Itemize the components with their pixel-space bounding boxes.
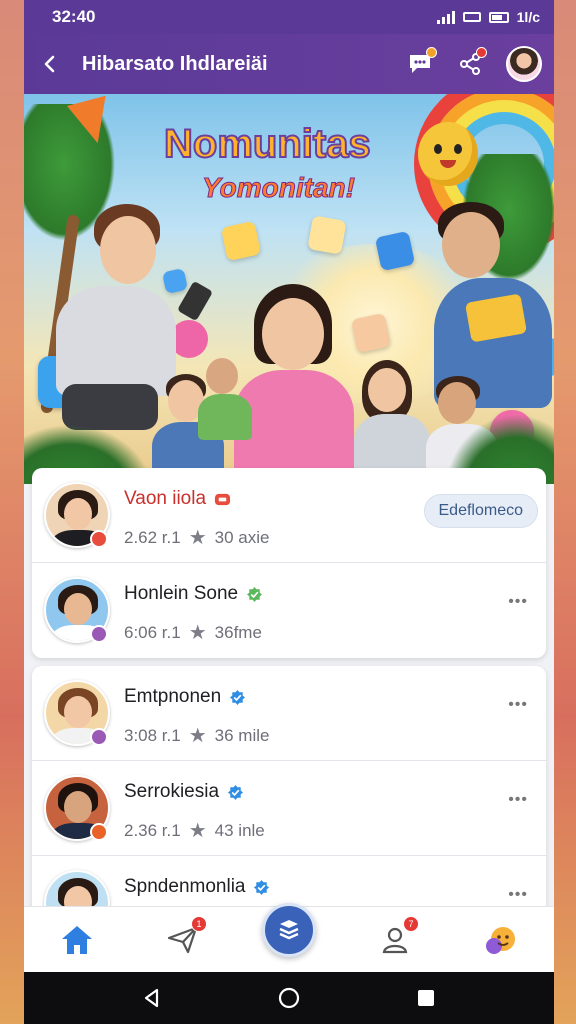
verified-blue-icon (227, 784, 244, 800)
person-meta: 6:06 r.1 ★ 36fme (124, 622, 262, 644)
share-badge (476, 47, 487, 58)
battery-icon (488, 11, 509, 23)
system-nav-bar (24, 972, 554, 1024)
home-icon (62, 925, 92, 954)
nav-center[interactable] (261, 902, 317, 968)
action-pill-button[interactable]: Edeflomeco (423, 494, 538, 528)
chat-badge (426, 47, 437, 58)
floating-app-tile (220, 220, 262, 262)
person-name: Spndenmonlia (124, 876, 270, 898)
notification-badge: 1 (191, 915, 207, 932)
nav-home[interactable] (49, 912, 105, 968)
system-recents-icon[interactable] (415, 987, 437, 1009)
people-card: Emtpnonen 3:08 r.1 ★ 36 mile ••• Serroki… (32, 666, 546, 926)
phone-screen: 32:40 1l/c Hibarsato Ihdlareiäi Nomunita… (24, 0, 554, 1024)
verified-blue-icon (230, 689, 246, 705)
people-card: Vaon iiola 2.62 r.1 ★ 30 axie Edeflomeco… (32, 468, 546, 658)
list-item[interactable]: Emtpnonen 3:08 r.1 ★ 36 mile ••• (32, 666, 546, 761)
nav-contacts[interactable]: 7 (367, 912, 423, 968)
status-badge (90, 530, 108, 548)
nav-profile[interactable] (473, 912, 529, 968)
more-options-button[interactable]: ••• (508, 791, 528, 809)
star-icon: ★ (188, 527, 207, 549)
status-bar: 32:40 1l/c (24, 0, 554, 34)
verified-blue-icon (254, 879, 270, 895)
profile-avatar[interactable] (506, 46, 542, 82)
bottom-nav: 1 7 (24, 902, 554, 972)
status-badge (90, 625, 108, 643)
stack-icon (279, 919, 299, 939)
chat-button[interactable] (406, 47, 437, 78)
person-name: Serrokiesia (124, 781, 244, 803)
status-time: 32:40 (52, 7, 96, 26)
status-right-text: 1l/c (516, 9, 540, 25)
app-bar: Hibarsato Ihdlareiäi (24, 34, 554, 94)
hero-banner: Nomunitas Yomonitan! (24, 94, 554, 484)
phone-in-hand (176, 280, 214, 322)
emoji-icon (486, 926, 515, 954)
person-name: Emtpnonen (124, 686, 246, 708)
hero-subtitle: Yomonitan! (202, 172, 356, 204)
more-options-button[interactable]: ••• (508, 593, 528, 611)
nav-explore[interactable]: 1 (155, 912, 211, 968)
star-icon: ★ (188, 622, 207, 644)
floating-app-tile (307, 215, 347, 255)
system-home-icon[interactable] (277, 986, 301, 1010)
center-action-button[interactable] (262, 902, 316, 957)
signal-icon (436, 10, 455, 24)
person-meta: 3:08 r.1 ★ 36 mile (124, 725, 270, 747)
wifi-icon (462, 12, 481, 22)
child-back (196, 354, 256, 444)
arrow-left-icon (44, 55, 55, 73)
person-meta: 2.36 r.1 ★ 43 inle (124, 820, 265, 842)
hero-title: Nomunitas (163, 121, 372, 167)
more-options-button[interactable]: ••• (508, 886, 528, 904)
page-title: Hibarsato Ihdlareiäi (82, 52, 268, 75)
person-meta: 2.62 r.1 ★ 30 axie (124, 527, 270, 549)
woman-right (352, 360, 432, 480)
verified-green-icon (247, 586, 263, 602)
list-item[interactable]: Serrokiesia 2.36 r.1 ★ 43 inle ••• (32, 761, 546, 856)
red-badge-icon (214, 493, 231, 505)
person-name: Honlein Sone (124, 583, 263, 605)
star-icon: ★ (188, 820, 207, 842)
mascot (418, 122, 478, 186)
status-icons: 1l/c (436, 9, 540, 25)
more-options-button[interactable]: ••• (508, 696, 528, 714)
list-item[interactable]: Vaon iiola 2.62 r.1 ★ 30 axie Edeflomeco (32, 468, 546, 563)
status-badge (90, 823, 108, 841)
system-back-icon[interactable] (141, 987, 163, 1009)
app-bar-actions (406, 46, 554, 82)
back-button[interactable] (24, 34, 76, 94)
floating-app-tile (374, 230, 416, 272)
share-button[interactable] (456, 47, 487, 78)
list-item[interactable]: Honlein Sone 6:06 r.1 ★ 36fme ••• (32, 563, 546, 658)
status-badge (90, 728, 108, 746)
notification-badge: 7 (403, 915, 419, 932)
star-icon: ★ (188, 725, 207, 747)
person-name: Vaon iiola (124, 488, 231, 510)
